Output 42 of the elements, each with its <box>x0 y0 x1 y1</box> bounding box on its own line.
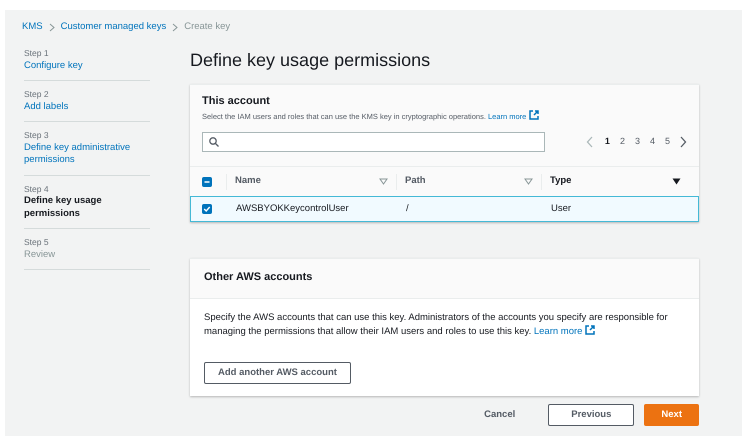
page-button[interactable]: 2 <box>614 135 630 149</box>
step-number: Step 2 <box>24 88 50 101</box>
learn-more-link[interactable]: Learn more <box>534 326 582 338</box>
step-link[interactable]: Add labels <box>24 100 150 114</box>
external-link-icon <box>529 110 540 120</box>
column-header[interactable]: Type <box>550 174 572 189</box>
page-button[interactable]: 4 <box>644 135 660 149</box>
search-field[interactable] <box>202 132 545 152</box>
page-button[interactable]: 5 <box>660 135 675 149</box>
step-title: Review <box>24 248 56 262</box>
add-account-button[interactable]: Add another AWS account <box>204 362 351 384</box>
step-number: Step 4 <box>24 182 50 196</box>
table-cell: AWSBYOKKeycontrolUser <box>236 202 349 214</box>
cancel-button[interactable]: Cancel <box>461 404 538 426</box>
step-link[interactable]: Define key administrative permissions <box>24 142 150 167</box>
breadcrumb-current: Create key <box>184 20 230 34</box>
step-number: Step 5 <box>24 236 50 249</box>
table-row[interactable]: AWSBYOKKeycontrolUser / User <box>190 196 699 222</box>
table-cell: User <box>551 202 572 214</box>
step-number: Step 3 <box>24 129 50 142</box>
page-button[interactable]: 3 <box>630 135 645 149</box>
step-link[interactable]: Configure key <box>24 60 150 72</box>
page-button[interactable]: 1 <box>600 135 615 149</box>
step-number: Step 1 <box>24 47 50 60</box>
column-header[interactable]: Path <box>405 174 426 189</box>
row-checkbox[interactable] <box>202 204 212 214</box>
search-icon <box>209 137 219 148</box>
external-link-icon <box>585 325 596 336</box>
section-heading: Other AWS accounts <box>204 271 314 284</box>
chevron-right-icon <box>48 22 55 32</box>
page-title: Define key usage permissions <box>190 50 432 72</box>
column-header[interactable]: Name <box>235 174 261 189</box>
breadcrumb-link[interactable]: Customer managed keys <box>60 20 166 34</box>
chevron-right-icon <box>172 22 178 32</box>
breadcrumb-link[interactable]: KMS <box>22 20 43 34</box>
section-heading: This account <box>202 94 271 108</box>
chevron-right-icon[interactable] <box>679 136 687 148</box>
section-description: Specify the AWS accounts that can use this key. Administrators of the accounts you specify are responsible for managing the permissions that allow their IAM users and roles to use this key. Learn more <box>204 311 669 340</box>
step-title: Define key usage permissions <box>24 195 103 220</box>
table-cell: / <box>406 202 409 214</box>
previous-button[interactable]: Previous <box>548 404 634 426</box>
select-all-checkbox[interactable] <box>202 176 212 187</box>
